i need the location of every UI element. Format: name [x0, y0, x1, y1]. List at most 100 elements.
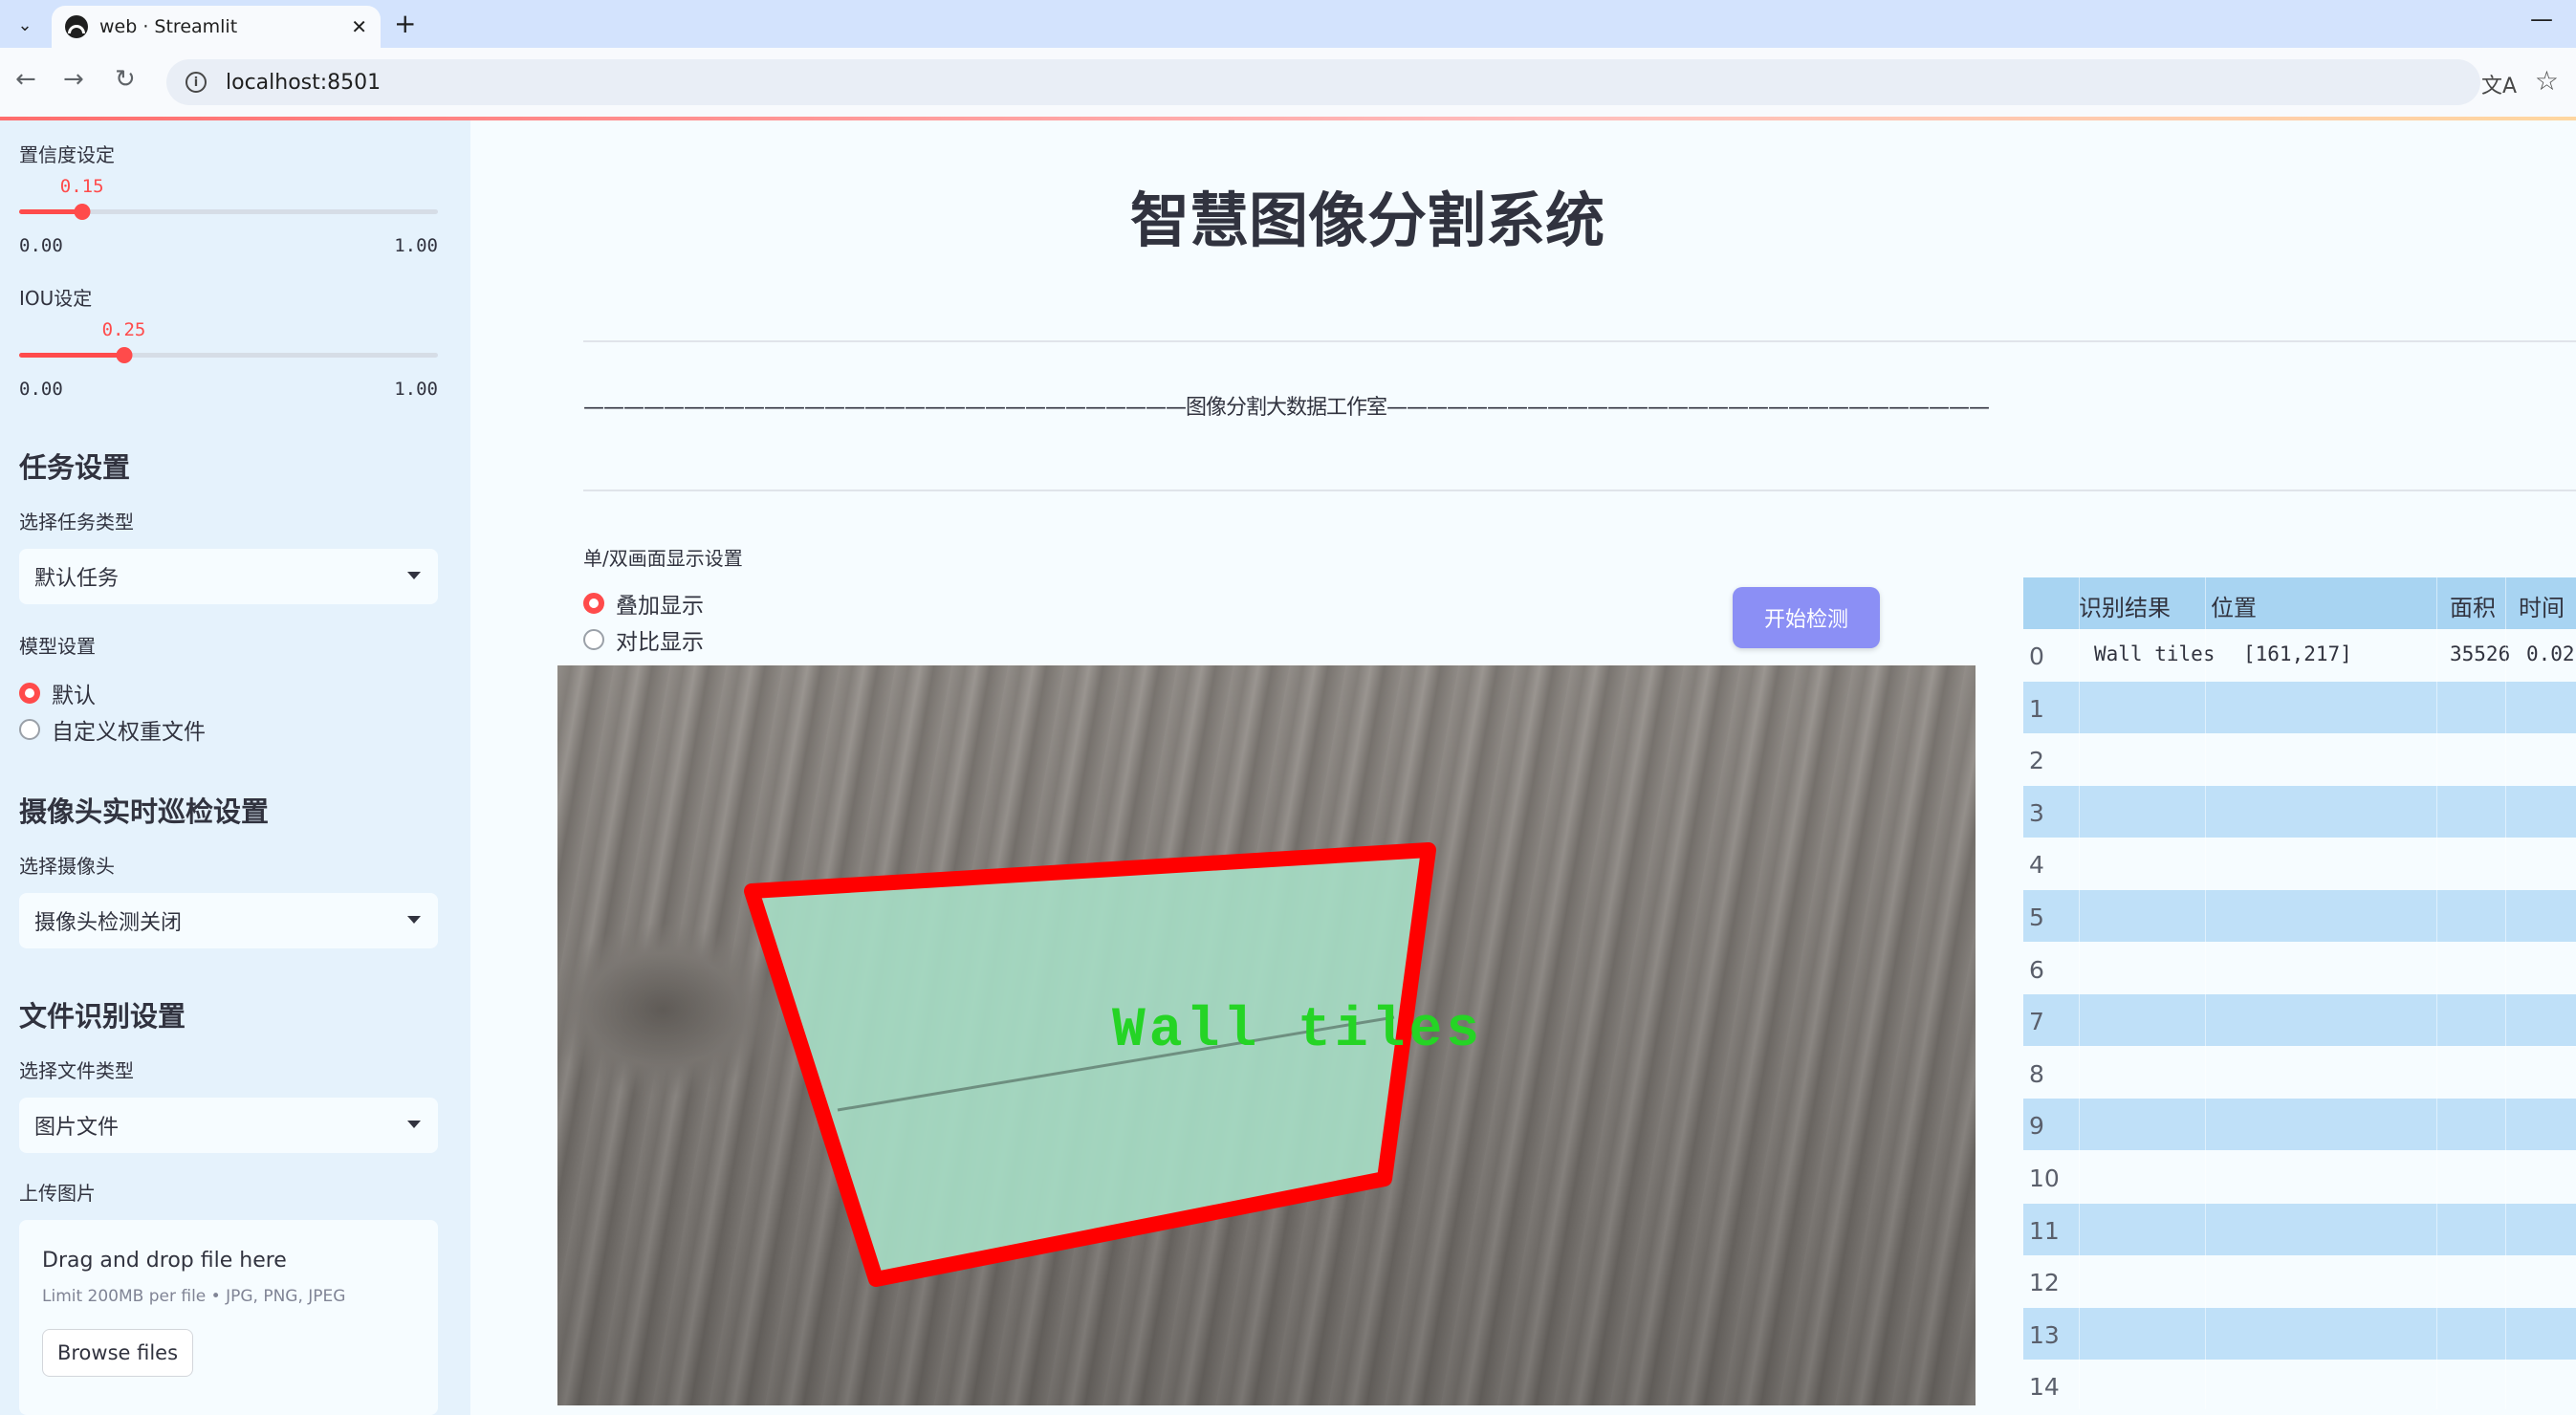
slider-min: 0.00: [19, 379, 63, 400]
radio-unselected-icon[interactable]: [583, 629, 604, 650]
reload-icon[interactable]: ↻: [115, 65, 136, 94]
slider-max: 1.00: [394, 379, 438, 400]
table-row[interactable]: 12: [2023, 1255, 2576, 1308]
confidence-label: 置信度设定: [19, 143, 115, 166]
select-value: 默认任务: [34, 567, 120, 591]
row-index: 1: [2029, 694, 2044, 723]
table-row[interactable]: 9: [2023, 1099, 2576, 1151]
header-time[interactable]: 时间: [2519, 589, 2565, 622]
table-row[interactable]: 2: [2023, 733, 2576, 786]
slider-handle[interactable]: [74, 204, 91, 220]
file-type-select[interactable]: 图片文件: [19, 1098, 438, 1153]
forward-icon[interactable]: →: [63, 65, 84, 94]
minimize-icon[interactable]: —: [2530, 6, 2553, 33]
upload-label: 上传图片: [19, 1182, 96, 1205]
table-row[interactable]: 5: [2023, 890, 2576, 942]
radio-label: 叠加显示: [616, 594, 704, 619]
start-detection-button[interactable]: 开始检测: [1733, 587, 1880, 648]
slider-fill: [19, 209, 82, 214]
browser-tabbar: ⌄ web · Streamlit ✕ + —: [0, 0, 2576, 48]
column-divider: [2436, 577, 2437, 1409]
column-divider: [2505, 577, 2506, 1409]
task-type-select[interactable]: 默认任务: [19, 549, 438, 604]
file-dropzone[interactable]: Drag and drop file here Limit 200MB per …: [19, 1220, 438, 1415]
address-bar[interactable]: i localhost:8501: [166, 59, 2480, 105]
tab-search-icon[interactable]: ⌄: [10, 10, 40, 40]
radio-selected-icon[interactable]: [19, 683, 40, 704]
table-row[interactable]: 8: [2023, 1046, 2576, 1099]
select-value: 摄像头检测关闭: [34, 911, 183, 935]
detection-image: Wall tiles: [557, 665, 1976, 1405]
new-tab-icon[interactable]: +: [394, 8, 416, 39]
cell-result: Wall tiles: [2094, 642, 2216, 665]
radio-model-default[interactable]: 默认: [19, 677, 96, 709]
camera-label: 选择摄像头: [19, 855, 115, 878]
header-area[interactable]: 面积: [2450, 589, 2496, 622]
table-row[interactable]: 10: [2023, 1151, 2576, 1203]
studio-divider: ——————————————————————————————图像分割大数据工作室…: [583, 396, 1990, 420]
table-row[interactable]: 13: [2023, 1307, 2576, 1360]
iou-label: IOU设定: [19, 287, 93, 310]
browser-tab[interactable]: web · Streamlit ✕: [52, 6, 381, 48]
tab-title: web · Streamlit: [99, 16, 238, 37]
select-value: 图片文件: [34, 1116, 120, 1140]
dropzone-title: Drag and drop file here: [42, 1249, 287, 1273]
radio-overlay[interactable]: 叠加显示: [583, 587, 704, 620]
table-row[interactable]: 7: [2023, 994, 2576, 1047]
camera-settings-heading: 摄像头实时巡检设置: [19, 795, 270, 828]
site-info-icon[interactable]: i: [186, 72, 207, 93]
radio-unselected-icon[interactable]: [19, 719, 40, 740]
browse-files-button[interactable]: Browse files: [42, 1329, 193, 1377]
display-mode-label: 单/双画面显示设置: [583, 547, 743, 570]
confidence-slider[interactable]: 0.15 0.00 1.00: [19, 176, 438, 256]
row-index: 10: [2029, 1165, 2060, 1192]
row-index: 5: [2029, 903, 2044, 931]
sidebar: 置信度设定 0.15 0.00 1.00 IOU设定 0.25 0.00 1.0…: [0, 120, 470, 1415]
radio-selected-icon[interactable]: [583, 593, 604, 614]
url-text: localhost:8501: [226, 70, 382, 95]
task-type-label: 选择任务类型: [19, 511, 134, 533]
table-row[interactable]: 6: [2023, 942, 2576, 994]
slider-max: 1.00: [394, 235, 438, 256]
table-row[interactable]: 1: [2023, 681, 2576, 733]
table-row[interactable]: 11: [2023, 1203, 2576, 1255]
row-index: 2: [2029, 747, 2044, 775]
detection-label: Wall tiles: [1112, 1000, 1484, 1062]
table-row[interactable]: 4: [2023, 838, 2576, 890]
row-index: 11: [2029, 1216, 2060, 1245]
table-row[interactable]: 14: [2023, 1360, 2576, 1412]
slider-value: 0.25: [101, 319, 146, 340]
chevron-down-icon: [407, 1121, 421, 1128]
row-index: 6: [2029, 955, 2044, 984]
bookmark-star-icon[interactable]: ☆: [2535, 65, 2559, 97]
chevron-down-icon: [407, 916, 421, 924]
row-index: 3: [2029, 798, 2044, 827]
radio-compare[interactable]: 对比显示: [583, 623, 704, 656]
row-index: 9: [2029, 1112, 2044, 1141]
translate-icon[interactable]: 文A: [2481, 69, 2517, 99]
iou-slider[interactable]: 0.25 0.00 1.00: [19, 319, 438, 400]
row-index: 14: [2029, 1373, 2060, 1402]
radio-model-custom[interactable]: 自定义权重文件: [19, 713, 206, 746]
row-index: 4: [2029, 851, 2044, 880]
slider-handle[interactable]: [116, 347, 132, 363]
table-header: 识别结果 位置 面积 时间: [2023, 577, 2576, 629]
row-index: 0: [2029, 642, 2044, 670]
table-row[interactable]: 3: [2023, 785, 2576, 838]
radio-label: 自定义权重文件: [52, 720, 206, 745]
browser-toolbar: ← → ↻ i localhost:8501 文A ☆: [0, 48, 2576, 117]
close-icon[interactable]: ✕: [351, 15, 367, 38]
table-row[interactable]: 0 Wall tiles [161,217] 35526 0.02: [2023, 629, 2576, 681]
header-position[interactable]: 位置: [2211, 589, 2257, 622]
column-divider: [2205, 577, 2206, 1409]
cell-position: [161,217]: [2243, 642, 2352, 665]
divider-top: [583, 340, 2576, 342]
row-index: 8: [2029, 1059, 2044, 1088]
header-result[interactable]: 识别结果: [2079, 589, 2171, 622]
camera-select[interactable]: 摄像头检测关闭: [19, 893, 438, 948]
divider-bottom: [583, 490, 2576, 491]
back-icon[interactable]: ←: [15, 65, 36, 94]
dropzone-limits: Limit 200MB per file • JPG, PNG, JPEG: [42, 1287, 346, 1306]
row-index: 7: [2029, 1008, 2044, 1036]
radio-label: 默认: [52, 684, 96, 708]
